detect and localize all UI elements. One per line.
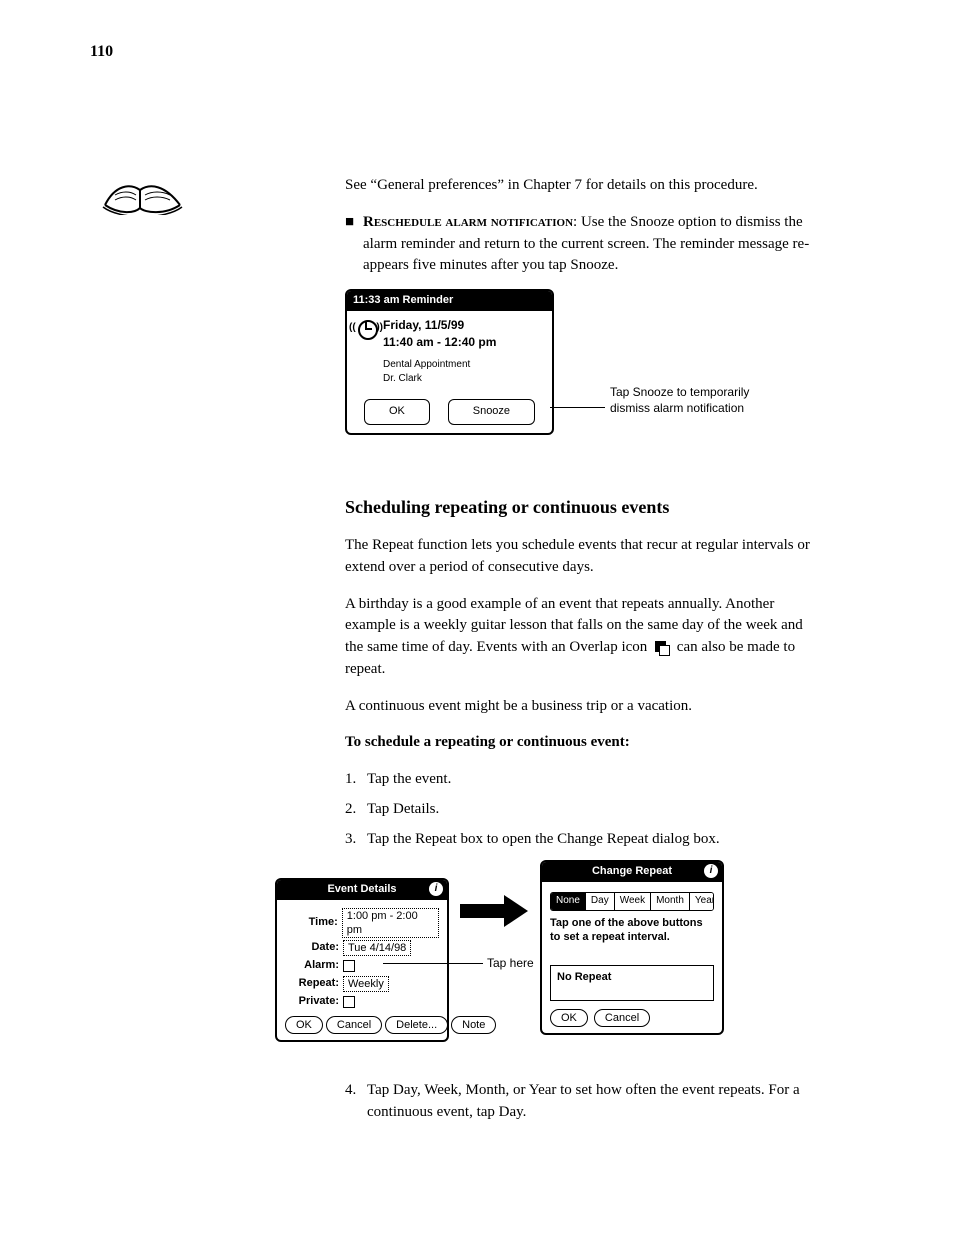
change-repeat-ok-button[interactable]: OK (550, 1009, 588, 1027)
tab-day[interactable]: Day (586, 893, 615, 910)
step-2: Tap Details. (367, 799, 439, 821)
event-cancel-button[interactable]: Cancel (326, 1016, 382, 1034)
tab-month[interactable]: Month (651, 893, 690, 910)
alarm-checkbox[interactable] (343, 960, 355, 972)
book-icon (100, 165, 185, 215)
tab-year[interactable]: Year (690, 893, 714, 910)
change-repeat-cancel-button[interactable]: Cancel (594, 1009, 650, 1027)
event-note-button[interactable]: Note (451, 1016, 496, 1034)
change-repeat-dialog: Change Repeat i None Day Week Month Year… (540, 860, 724, 1034)
step-4: Tap Day, Week, Month, or Year to set how… (367, 1080, 824, 1124)
time-label: Time: (285, 915, 338, 931)
bullet-label: Reschedule alarm notification (363, 214, 573, 230)
repeat-label: Repeat: (285, 976, 339, 992)
reminder-date: Friday, 11/5/99 (383, 317, 496, 334)
reminder-ok-button[interactable]: OK (364, 399, 430, 425)
change-repeat-titlebar: Change Repeat i (542, 862, 722, 882)
paragraph-repeat-2: A birthday is a good example of an event… (345, 594, 824, 681)
reminder-titlebar: 11:33 am Reminder (347, 291, 552, 311)
repeat-status-box: No Repeat (550, 965, 714, 1001)
event-details-titlebar: Event Details i (277, 880, 447, 900)
info-icon[interactable]: i (429, 882, 443, 896)
step-number-1: 1. (345, 769, 367, 791)
annotation-line (550, 407, 605, 408)
repeat-interval-tabs: None Day Week Month Year (550, 892, 714, 911)
paragraph-repeat-1: The Repeat function lets you schedule ev… (345, 535, 824, 579)
step-number-2: 2. (345, 799, 367, 821)
repeat-selector[interactable]: Weekly (343, 976, 389, 992)
reminder-snooze-button[interactable]: Snooze (448, 399, 535, 425)
step-1: Tap the event. (367, 769, 451, 791)
repeat-instruction: Tap one of the above buttons to set a re… (550, 917, 714, 959)
reminder-desc2: Dr. Clark (383, 372, 496, 387)
alarm-clock-icon: (()) (355, 317, 377, 339)
bullet-reschedule-alarm: Reschedule alarm notification: Use the S… (363, 212, 824, 277)
subheading-to-schedule: To schedule a repeating or continuous ev… (345, 732, 824, 754)
step-number-4: 4. (345, 1080, 367, 1124)
reminder-dialog: 11:33 am Reminder (()) Friday, 11/5/99 1… (345, 289, 554, 435)
tab-none[interactable]: None (551, 893, 586, 910)
event-delete-button[interactable]: Delete... (385, 1016, 448, 1034)
bullet-glyph: ■ (345, 212, 363, 277)
annotation-line-repeat (383, 963, 483, 964)
alarm-label: Alarm: (285, 958, 339, 974)
paragraph-see-prefs: See “General preferences” in Chapter 7 f… (345, 175, 824, 197)
arrow-icon (460, 895, 530, 927)
snooze-annotation: Tap Snooze to temporarily dismiss alarm … (610, 385, 785, 416)
paragraph-repeat-3: A continuous event might be a business t… (345, 696, 824, 718)
time-selector[interactable]: 1:00 pm - 2:00 pm (342, 908, 439, 938)
step-3: Tap the Repeat box to open the Change Re… (367, 829, 720, 851)
tap-here-annotation: Tap here (487, 956, 534, 972)
date-selector[interactable]: Tue 4/14/98 (343, 940, 411, 956)
overlap-icon (655, 641, 669, 655)
tab-week[interactable]: Week (615, 893, 651, 910)
private-label: Private: (285, 994, 339, 1010)
date-label: Date: (285, 940, 339, 956)
heading-scheduling-repeat: Scheduling repeating or continuous event… (345, 494, 824, 520)
private-checkbox[interactable] (343, 996, 355, 1008)
reminder-time: 11:40 am - 12:40 pm (383, 334, 496, 351)
event-ok-button[interactable]: OK (285, 1016, 323, 1034)
event-details-dialog: Event Details i Time:1:00 pm - 2:00 pm D… (275, 878, 449, 1042)
info-icon[interactable]: i (704, 864, 718, 878)
page-number: 110 (90, 40, 113, 63)
reminder-desc1: Dental Appointment (383, 358, 496, 373)
step-number-3: 3. (345, 829, 367, 851)
